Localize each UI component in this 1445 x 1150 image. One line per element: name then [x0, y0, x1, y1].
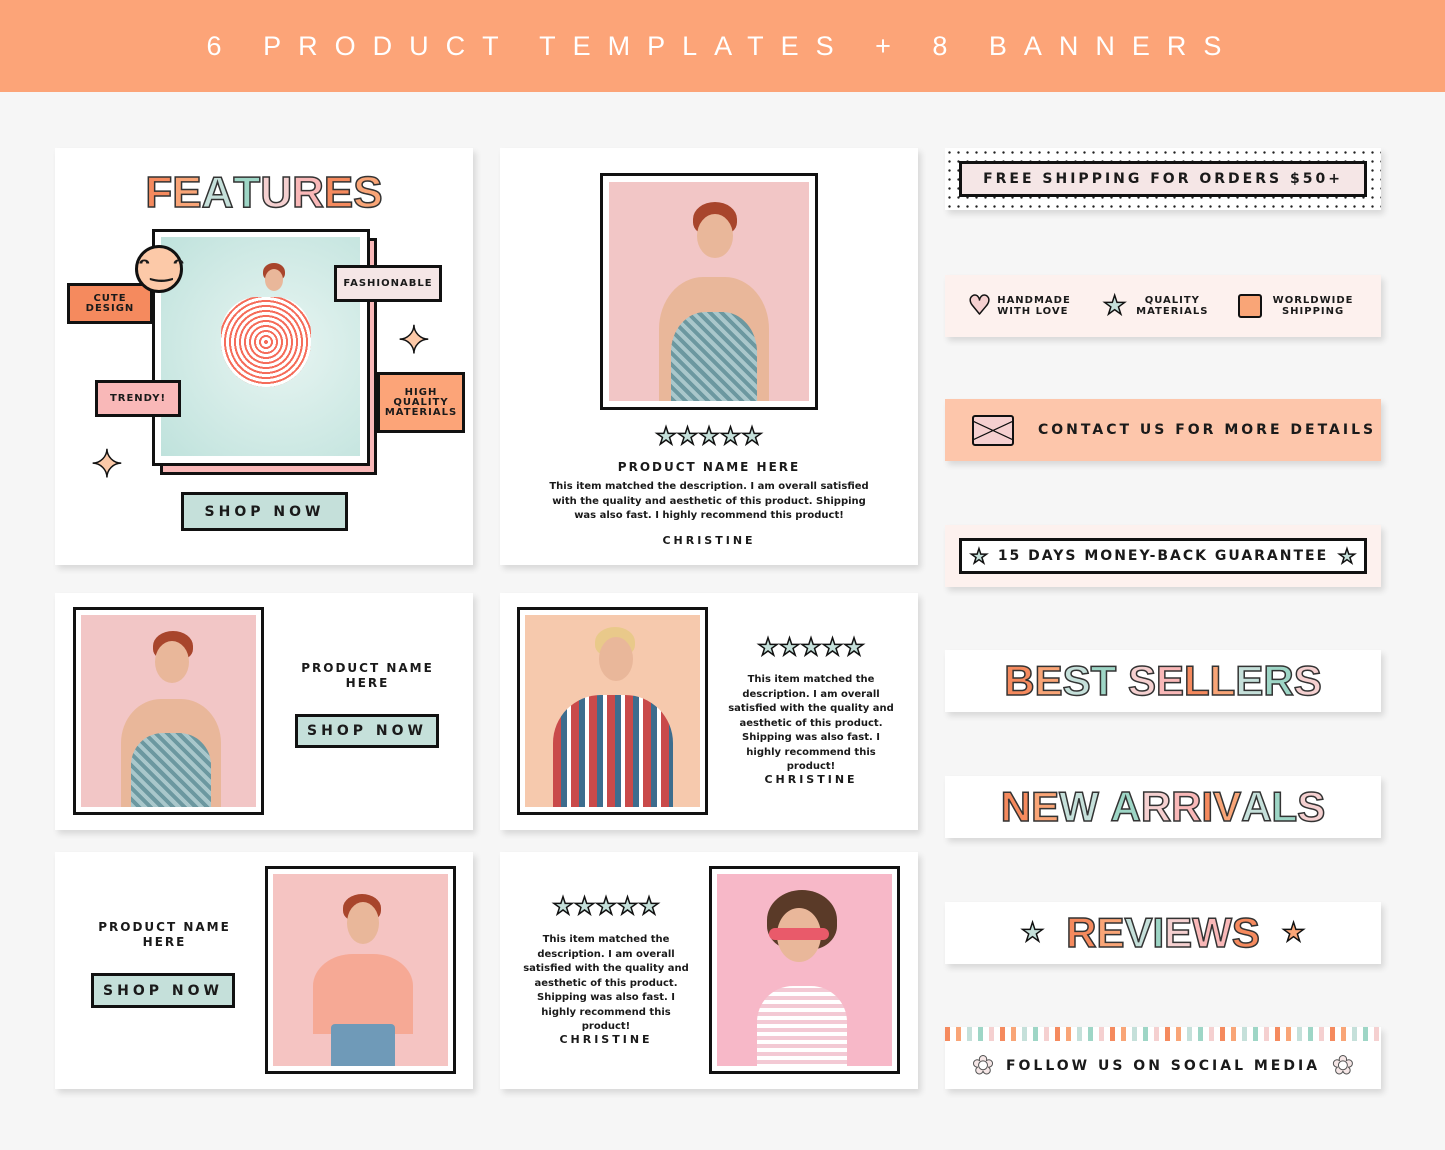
rating-stars: ★★★★★ — [654, 421, 763, 451]
heart-icon: ♥ — [967, 290, 992, 322]
title-letter: E — [1034, 656, 1064, 705]
review-author: CHRISTINE — [764, 773, 858, 786]
title-letter: V — [1212, 782, 1242, 831]
feature-item: ★ QUALITY MATERIALS — [1102, 290, 1209, 322]
title-letter — [1099, 783, 1111, 831]
new-arrivals-banner[interactable]: NEW ARRIVALS — [945, 776, 1381, 838]
star-icon: ★ — [1020, 917, 1045, 949]
title-letter: E — [172, 167, 203, 218]
title-letter: E — [1155, 656, 1185, 705]
envelope-icon — [972, 414, 1014, 446]
title-letter: R — [291, 167, 324, 218]
product-photo — [609, 182, 809, 401]
title-letter: L — [1209, 656, 1236, 705]
product-photo — [273, 874, 448, 1066]
title-letter: L — [1271, 782, 1298, 831]
product-name: PRODUCT NAME HERE — [98, 920, 231, 949]
rating-stars: ★★★★★ — [551, 891, 660, 921]
review-text: This item matched the description. I am … — [728, 674, 894, 772]
smiley-icon: ᵔ‿ᵔ — [135, 245, 185, 293]
title-letter: N — [1000, 782, 1032, 831]
title-letter: S — [352, 167, 383, 218]
title-letter: U — [260, 167, 293, 218]
title-letter: I — [1152, 908, 1165, 957]
star-icon: ★ — [1281, 917, 1306, 949]
title-letter: B — [1004, 656, 1036, 705]
title-letter: V — [1124, 908, 1154, 957]
shop-now-button[interactable]: SHOP NOW — [91, 973, 235, 1008]
title-letter: T — [233, 167, 261, 218]
product-photo — [81, 615, 256, 807]
title-letter: F — [145, 167, 173, 218]
title-letter: L — [1183, 656, 1210, 705]
feature-item: WORLDWIDE SHIPPING — [1238, 294, 1358, 318]
box-icon — [1238, 294, 1263, 318]
banner-title: NEW ARRIVALS — [1000, 782, 1326, 831]
review-author: CHRISTINE — [559, 1033, 653, 1046]
title-letter: A — [1110, 782, 1142, 831]
title-letter: S — [1296, 782, 1326, 831]
features-title: FEATURES — [55, 167, 473, 218]
sparkle-icon: ✦ — [90, 441, 123, 487]
tag-trendy: TRENDY! — [95, 380, 181, 417]
tag-cute-design: CUTE DESIGN — [67, 283, 153, 324]
page-header: 6 PRODUCT TEMPLATES + 8 BANNERS — [0, 0, 1445, 92]
sparkle-icon: ✦ — [397, 317, 430, 363]
contact-banner[interactable]: CONTACT US FOR MORE DETAILS — [945, 399, 1381, 461]
review-text: This item matched the description. I am … — [549, 481, 869, 521]
rating-stars: ★★★★★ — [756, 632, 865, 662]
review-author: CHRISTINE — [662, 534, 756, 547]
product-photo — [525, 615, 700, 807]
title-letter: S — [1231, 908, 1261, 957]
title-letter: E — [1235, 656, 1265, 705]
title-letter — [1116, 657, 1128, 705]
feature-item: ♥ HANDMADE WITH LOVE — [967, 290, 1071, 322]
banner-title: BEST SELLERS — [1004, 656, 1323, 705]
banner-text: FOLLOW US ON SOCIAL MEDIA — [1005, 1058, 1321, 1074]
star-icon: ★ — [1337, 543, 1356, 569]
title-letter: S — [1062, 656, 1092, 705]
header-title: 6 PRODUCT TEMPLATES + 8 BANNERS — [206, 30, 1239, 61]
reviews-banner[interactable]: ★ REVIEWS ★ — [945, 902, 1381, 964]
banner-text: 15 DAYS MONEY-BACK GUARANTEE — [997, 548, 1329, 564]
tag-high-quality: HIGH QUALITY MATERIALS — [377, 372, 465, 433]
tag-fashionable: FASHIONABLE — [334, 265, 442, 302]
stripe-decoration — [945, 1027, 1381, 1041]
banner-text: CONTACT US FOR MORE DETAILS — [1038, 422, 1377, 438]
banner-title: REVIEWS — [1065, 908, 1261, 957]
star-icon: ★ — [969, 543, 988, 569]
title-letter: E — [1096, 908, 1126, 957]
title-letter: S — [1127, 656, 1157, 705]
flower-icon: ✿ — [972, 1051, 995, 1082]
review-text: This item matched the description. I am … — [523, 934, 689, 1032]
banner-text: FREE SHIPPING FOR ORDERS $50+ — [983, 171, 1343, 187]
title-letter: E — [323, 167, 354, 218]
title-letter: I — [1201, 782, 1214, 831]
shop-now-button[interactable]: SHOP NOW — [295, 714, 439, 748]
product-name: PRODUCT NAME HERE — [301, 661, 434, 690]
title-letter: E — [1030, 782, 1060, 831]
title-letter: R — [1263, 656, 1295, 705]
title-letter: R — [1140, 782, 1172, 831]
best-sellers-banner[interactable]: BEST SELLERS — [945, 650, 1381, 712]
features-banner: ♥ HANDMADE WITH LOVE ★ QUALITY MATERIALS W… — [945, 275, 1381, 337]
guarantee-banner: ★ 15 DAYS MONEY-BACK GUARANTEE ★ — [945, 525, 1381, 587]
social-media-banner[interactable]: ✿ FOLLOW US ON SOCIAL MEDIA ✿ — [945, 1027, 1381, 1089]
title-letter: T — [1090, 656, 1117, 705]
title-letter: W — [1191, 908, 1232, 957]
title-letter: A — [201, 167, 234, 218]
product-name: PRODUCT NAME HERE — [617, 460, 801, 474]
title-letter: S — [1293, 656, 1323, 705]
star-icon: ★ — [1102, 290, 1127, 322]
title-letter: R — [1065, 908, 1097, 957]
title-letter: R — [1170, 782, 1202, 831]
title-letter: W — [1058, 782, 1099, 831]
title-letter: E — [1163, 908, 1193, 957]
product-photo — [717, 874, 892, 1066]
product-photo — [161, 237, 360, 456]
title-letter: A — [1240, 782, 1272, 831]
shop-now-button[interactable]: SHOP NOW — [181, 492, 348, 531]
flower-icon: ✿ — [1332, 1051, 1355, 1082]
free-shipping-banner: FREE SHIPPING FOR ORDERS $50+ — [945, 148, 1381, 210]
